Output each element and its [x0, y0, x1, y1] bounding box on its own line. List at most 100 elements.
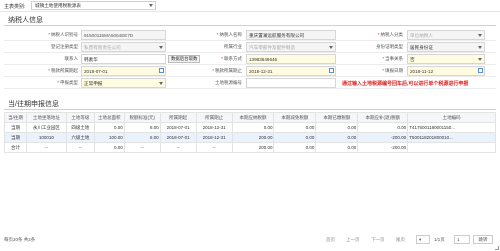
id-type-select[interactable]: 居民身份证: [407, 42, 485, 52]
period-end-field[interactable]: 2018-12-31: [246, 66, 336, 76]
column-header[interactable]: 土地等级: [65, 112, 95, 123]
pagination: 每页20条 共2条 首页 上一页 下一页 尾页 ▾ 1/1页 1 跳转: [4, 235, 496, 245]
phone-field[interactable]: 13983646646: [246, 54, 336, 64]
industry-label: 所属行业: [224, 44, 242, 49]
table-cell: 四级土地: [65, 122, 95, 133]
goto-button[interactable]: 跳转: [473, 235, 493, 244]
column-header[interactable]: 所属期起: [159, 112, 197, 123]
page-number-input[interactable]: 1: [454, 235, 470, 244]
taxpayer-id-field[interactable]: 91500115MA5064EE7D: [81, 30, 166, 40]
calendar-icon[interactable]: [159, 68, 164, 73]
topbar: 主表类别: 城镇土地使用税税源表: [0, 0, 500, 12]
table-cell: 2018-07-01: [159, 132, 197, 143]
industry-select[interactable]: 汽车零部件及配件制造: [246, 42, 336, 52]
section-divider: [4, 25, 496, 26]
column-header[interactable]: 本期应纳税额: [231, 112, 275, 123]
column-header[interactable]: 税额标准(元): [123, 112, 161, 123]
column-header[interactable]: 所属期止: [195, 112, 233, 123]
party-label: *当事关系: [382, 56, 403, 61]
land-no-field[interactable]: [246, 78, 336, 88]
chevron-down-icon: [149, 4, 153, 7]
form-row-5: *申报类型 正常申报 土地税源编号 通过输入土地税源编号回车后,可以进行单个税源…: [4, 77, 496, 89]
table-cell: 2018-07-01: [159, 122, 197, 133]
first-page-button[interactable]: 首页: [326, 237, 335, 243]
taxpayer-type-label: *纳税人分类: [377, 32, 403, 37]
chevron-down-icon: [329, 46, 333, 49]
land-no-label: 土地税源编号: [215, 80, 242, 85]
table-cell: --: [25, 142, 67, 153]
table-type-label: 主表类别:: [4, 4, 26, 10]
column-header[interactable]: 本期应补(退)税额: [357, 112, 409, 123]
table-cell: 0.00: [93, 122, 125, 133]
reg-type-value: 私营有限责任公司: [84, 45, 121, 50]
table-cell: 0.00: [315, 142, 359, 153]
table-header-row: 当/往期 土地坐落地址 土地等级 土地总面积 税额标准(元) 所属期起 所属期止…: [4, 112, 496, 123]
prev-page-button[interactable]: 上一页: [346, 237, 360, 243]
calendar-icon[interactable]: [329, 68, 334, 73]
fetch-data-button[interactable]: 数据后台取数: [168, 55, 201, 63]
table-cell: 0.00: [231, 122, 275, 133]
table-cell: 200.00: [231, 142, 275, 153]
taxpayer-name-field[interactable]: 重庆置澜远航服务有限公司: [246, 30, 336, 40]
table-row[interactable]: 当期 永川工业园区 四级土地 0.00 8.00 2018-07-01 2018…: [4, 122, 496, 133]
chevron-down-icon: [478, 34, 482, 37]
resize-handle[interactable]: [495, 246, 499, 250]
form-row-2: 登记注册类型 私营有限责任公司 所属行业 汽车零部件及配件制造 身份证明类型 居…: [4, 41, 496, 53]
taxpayer-id-label: *纳税人识别号: [48, 32, 78, 37]
period-start-field[interactable]: 2018-07-01: [81, 66, 166, 76]
chevron-down-icon: [478, 58, 482, 61]
history-section-title: 当/往期申报信息: [8, 101, 59, 108]
pagination-controls: 首页 上一页 下一页 尾页 ▾ 1/1页 1 跳转: [326, 235, 496, 245]
page-dropdown[interactable]: ▾: [416, 235, 430, 244]
table-cell: 合计: [4, 142, 27, 153]
period-start-label: *税款所属期起: [48, 68, 78, 73]
column-header[interactable]: 本期减免税额: [273, 112, 317, 123]
table-cell: 0.00: [93, 142, 125, 153]
column-header[interactable]: 本期已缴税额: [315, 112, 359, 123]
section-divider: [4, 109, 496, 110]
taxpayer-type-select[interactable]: 单位纳税人: [407, 30, 485, 40]
table-row[interactable]: 当期 100010 六级土地 100.00 6.00 2018-07-01 20…: [4, 132, 496, 143]
table-total-row: 合计 -- -- 0.00 -- -- -- 200.00 0.00 0.00 …: [4, 142, 496, 153]
table-cell: -200.00: [357, 142, 409, 153]
taxpayer-type-value: 单位纳税人: [410, 33, 433, 38]
party-value: 否: [410, 57, 415, 62]
column-header[interactable]: 土地总面积: [93, 112, 125, 123]
calendar-icon[interactable]: [478, 68, 483, 73]
table-cell: 8.00: [123, 122, 161, 133]
table-cell: --: [123, 142, 161, 153]
table-cell: 0.00: [273, 122, 317, 133]
table-cell: 200.00: [231, 132, 275, 143]
land-no-notice: 通过输入土地税源编号回车后,可以进行单个税源进行申报: [342, 81, 469, 87]
table-cell: 六级土地: [65, 132, 95, 143]
industry-value: 汽车零部件及配件制造: [249, 45, 295, 50]
fill-date-field[interactable]: 2018-11-12: [407, 66, 485, 76]
taxpayer-section-title: 纳税人信息: [8, 17, 43, 24]
declare-type-select[interactable]: 正常申报: [81, 78, 166, 88]
table-cell: 0.00: [273, 142, 317, 153]
table-type-select[interactable]: 城镇土地使用税税源表: [31, 1, 156, 10]
reg-type-select[interactable]: 私营有限责任公司: [81, 42, 166, 52]
table-cell: 永川工业园区: [25, 122, 67, 133]
fill-date-value: 2018-11-12: [410, 69, 434, 74]
page-info: 1/1页: [434, 237, 445, 242]
table-cell: 6.00: [123, 132, 161, 143]
party-select[interactable]: 否: [407, 54, 485, 64]
declare-type-value: 正常申报: [84, 81, 103, 86]
table-cell: T500118201800010...: [407, 132, 496, 143]
next-page-button[interactable]: 下一页: [371, 237, 385, 243]
chevron-down-icon: [159, 82, 163, 85]
column-header[interactable]: 土地坐落地址: [25, 112, 67, 123]
id-type-label: 身份证明类型: [376, 44, 403, 49]
period-end-label: *税款所属期止: [212, 68, 242, 73]
column-header[interactable]: 土地编码: [407, 112, 496, 123]
form-row-3: 联系人 韩素华 数据后台取数 *联系方式 13983646646 *当事关系 否: [4, 53, 496, 65]
period-start-value: 2018-07-01: [84, 69, 108, 74]
column-header[interactable]: 当/往期: [4, 112, 27, 123]
table-cell: T4175001180001150...: [407, 122, 496, 133]
table-cell: 100010: [25, 132, 67, 143]
table-cell: -200.00: [357, 132, 409, 143]
last-page-button[interactable]: 尾页: [396, 237, 405, 243]
id-type-value: 居民身份证: [410, 45, 433, 50]
contact-field[interactable]: 韩素华: [81, 54, 166, 64]
